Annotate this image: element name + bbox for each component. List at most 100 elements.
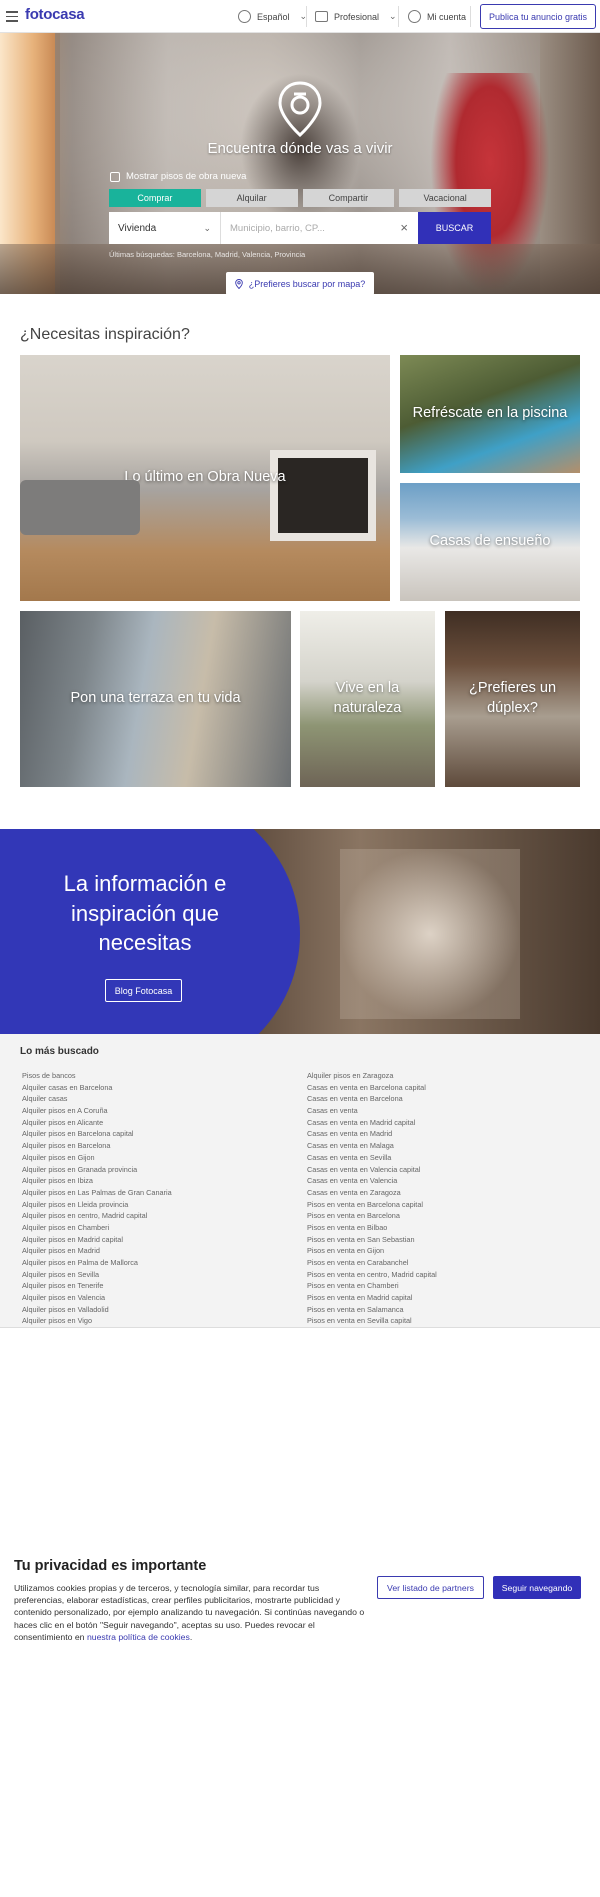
- most-searched-section: Lo más buscado Pisos de bancos Alquiler c…: [0, 1034, 600, 1328]
- accept-button[interactable]: Seguir navegando: [493, 1576, 581, 1599]
- search-link[interactable]: Pisos de bancos: [22, 1070, 292, 1082]
- card-obra-nueva[interactable]: Lo último en Obra Nueva: [20, 355, 390, 601]
- search-link[interactable]: Alquiler pisos en Palma de Mallorca: [22, 1257, 292, 1269]
- link-column-left: Pisos de bancos Alquiler casas en Barcelo…: [22, 1070, 292, 1327]
- search-tabs: Comprar Alquilar Compartir Vacacional: [109, 189, 491, 207]
- search-link[interactable]: Casas en venta en Valencia capital: [307, 1164, 577, 1176]
- search-link[interactable]: Alquiler pisos en Gijon: [22, 1152, 292, 1164]
- cookie-policy-link[interactable]: nuestra política de cookies: [87, 1632, 190, 1642]
- search-link[interactable]: Casas en venta en Sevilla: [307, 1152, 577, 1164]
- cookie-text: Utilizamos cookies propias y de terceros…: [14, 1582, 369, 1643]
- search-link[interactable]: Alquiler pisos en Chamberi: [22, 1222, 292, 1234]
- menu-icon[interactable]: [6, 11, 18, 22]
- search-link[interactable]: Alquiler pisos en Ibiza: [22, 1175, 292, 1187]
- buscar-button[interactable]: BUSCAR: [418, 212, 491, 244]
- card-label: Pon una terraza en tu vida: [70, 690, 241, 707]
- search-link[interactable]: Casas en venta en Zaragoza: [307, 1187, 577, 1199]
- blog-button[interactable]: Blog Fotocasa: [105, 979, 182, 1002]
- chevron-down-icon: ⌄: [389, 11, 397, 21]
- search-link[interactable]: Pisos en venta en Barcelona: [307, 1210, 577, 1222]
- search-link[interactable]: Alquiler pisos en Valencia: [22, 1292, 292, 1304]
- search-link[interactable]: Casas en venta en Barcelona capital: [307, 1082, 577, 1094]
- search-link[interactable]: Alquiler casas: [22, 1093, 292, 1105]
- card-label: ¿Prefieres un dúplex?: [468, 680, 557, 716]
- card-label: Refréscate en la piscina: [412, 405, 568, 422]
- search-link[interactable]: Pisos en venta en Barcelona capital: [307, 1199, 577, 1211]
- publica-anuncio-button[interactable]: Publica tu anuncio gratis: [480, 4, 596, 29]
- logo[interactable]: fotocasa: [25, 6, 85, 23]
- language-selector[interactable]: Español ⌄: [238, 0, 307, 33]
- search-link[interactable]: Alquiler pisos en Zaragoza: [307, 1070, 577, 1082]
- search-bar: Vivienda ⌄ × BUSCAR: [109, 212, 491, 244]
- divider: [398, 6, 399, 27]
- search-link[interactable]: Pisos en venta en Chamberi: [307, 1280, 577, 1292]
- user-icon: [408, 10, 421, 23]
- search-link[interactable]: Alquiler pisos en Alicante: [22, 1117, 292, 1129]
- search-link[interactable]: Pisos en venta en Salamanca: [307, 1304, 577, 1316]
- search-link[interactable]: Alquiler pisos en Granada provincia: [22, 1164, 292, 1176]
- location-pin-icon: [278, 81, 322, 137]
- cookie-banner: Tu privacidad es importante Utilizamos c…: [0, 1546, 600, 1666]
- search-link[interactable]: Alquiler pisos en centro, Madrid capital: [22, 1210, 292, 1222]
- search-link[interactable]: Casas en venta en Madrid capital: [307, 1117, 577, 1129]
- search-link[interactable]: Alquiler pisos en Sevilla: [22, 1269, 292, 1281]
- search-link[interactable]: Pisos en venta en Sevilla capital: [307, 1315, 577, 1327]
- search-link[interactable]: Pisos en venta en Gijon: [307, 1245, 577, 1257]
- map-pin-icon: [234, 278, 243, 289]
- language-label: Español: [257, 11, 290, 22]
- profesional-menu[interactable]: Profesional ⌄: [315, 0, 397, 33]
- search-link[interactable]: Casas en venta en Barcelona: [307, 1093, 577, 1105]
- blog-banner: La información e inspiración que necesit…: [0, 829, 600, 1034]
- search-link[interactable]: Alquiler pisos en Valladolid: [22, 1304, 292, 1316]
- location-field: ×: [221, 212, 418, 244]
- search-link[interactable]: Casas en venta: [307, 1105, 577, 1117]
- search-link[interactable]: Alquiler pisos en A Coruña: [22, 1105, 292, 1117]
- section-title: Lo más buscado: [20, 1046, 99, 1057]
- tab-comprar[interactable]: Comprar: [109, 189, 201, 207]
- hero-section: Encuentra dónde vas a vivir Mostrar piso…: [0, 33, 600, 294]
- clear-icon[interactable]: ×: [400, 220, 408, 235]
- search-link[interactable]: Alquiler pisos en Madrid: [22, 1245, 292, 1257]
- mi-cuenta-link[interactable]: Mi cuenta: [408, 0, 466, 33]
- search-link[interactable]: Alquiler pisos en Barcelona capital: [22, 1128, 292, 1140]
- globe-icon: [238, 10, 251, 23]
- checkbox-icon: [110, 171, 120, 182]
- search-link[interactable]: Casas en venta en Valencia: [307, 1175, 577, 1187]
- card-casas-ensueno[interactable]: Casas de ensueño: [400, 483, 580, 601]
- map-search-button[interactable]: ¿Prefieres buscar por mapa?: [226, 272, 374, 294]
- chevron-down-icon: ⌄: [203, 222, 211, 233]
- search-link[interactable]: Pisos en venta en Carabanchel: [307, 1257, 577, 1269]
- search-link[interactable]: Alquiler pisos en Vigo: [22, 1315, 292, 1327]
- tab-compartir[interactable]: Compartir: [302, 189, 395, 207]
- search-link[interactable]: Pisos en venta en San Sebastian: [307, 1234, 577, 1246]
- card-label: Casas de ensueño: [429, 533, 551, 550]
- search-link[interactable]: Pisos en venta en centro, Madrid capital: [307, 1269, 577, 1281]
- search-link[interactable]: Alquiler pisos en Tenerife: [22, 1280, 292, 1292]
- location-input[interactable]: [230, 222, 390, 234]
- card-piscina[interactable]: Refréscate en la piscina: [400, 355, 580, 473]
- search-link[interactable]: Alquiler pisos en Lleida provincia: [22, 1199, 292, 1211]
- card-naturaleza[interactable]: Vive en la naturaleza: [300, 611, 435, 787]
- card-duplex[interactable]: ¿Prefieres un dúplex?: [445, 611, 580, 787]
- cookie-title: Tu privacidad es importante: [14, 1558, 207, 1574]
- search-link[interactable]: Pisos en venta en Bilbao: [307, 1222, 577, 1234]
- banner-title: La información e inspiración que necesit…: [63, 871, 227, 956]
- tab-alquilar[interactable]: Alquilar: [205, 189, 298, 207]
- search-link[interactable]: Alquiler pisos en Las Palmas de Gran Can…: [22, 1187, 292, 1199]
- link-column-right: Alquiler pisos en Zaragoza Casas en venta…: [307, 1070, 577, 1327]
- tab-vacacional[interactable]: Vacacional: [399, 189, 491, 207]
- recent-searches[interactable]: Últimas búsquedas: Barcelona, Madrid, Va…: [109, 250, 491, 259]
- search-link[interactable]: Casas en venta en Madrid: [307, 1128, 577, 1140]
- search-link[interactable]: Alquiler pisos en Madrid capital: [22, 1234, 292, 1246]
- partners-button[interactable]: Ver listado de partners: [377, 1576, 484, 1599]
- card-terraza[interactable]: Pon una terraza en tu vida: [20, 611, 291, 787]
- property-type-value: Vivienda: [118, 222, 157, 234]
- property-type-select[interactable]: Vivienda ⌄: [109, 212, 221, 244]
- search-link[interactable]: Alquiler pisos en Barcelona: [22, 1140, 292, 1152]
- search-link[interactable]: Casas en venta en Malaga: [307, 1140, 577, 1152]
- mi-cuenta-label: Mi cuenta: [427, 11, 467, 22]
- search-link[interactable]: Alquiler casas en Barcelona: [22, 1082, 292, 1094]
- obra-nueva-checkbox[interactable]: Mostrar pisos de obra nueva: [110, 171, 246, 182]
- obra-nueva-label: Mostrar pisos de obra nueva: [126, 171, 247, 182]
- search-link[interactable]: Pisos en venta en Madrid capital: [307, 1292, 577, 1304]
